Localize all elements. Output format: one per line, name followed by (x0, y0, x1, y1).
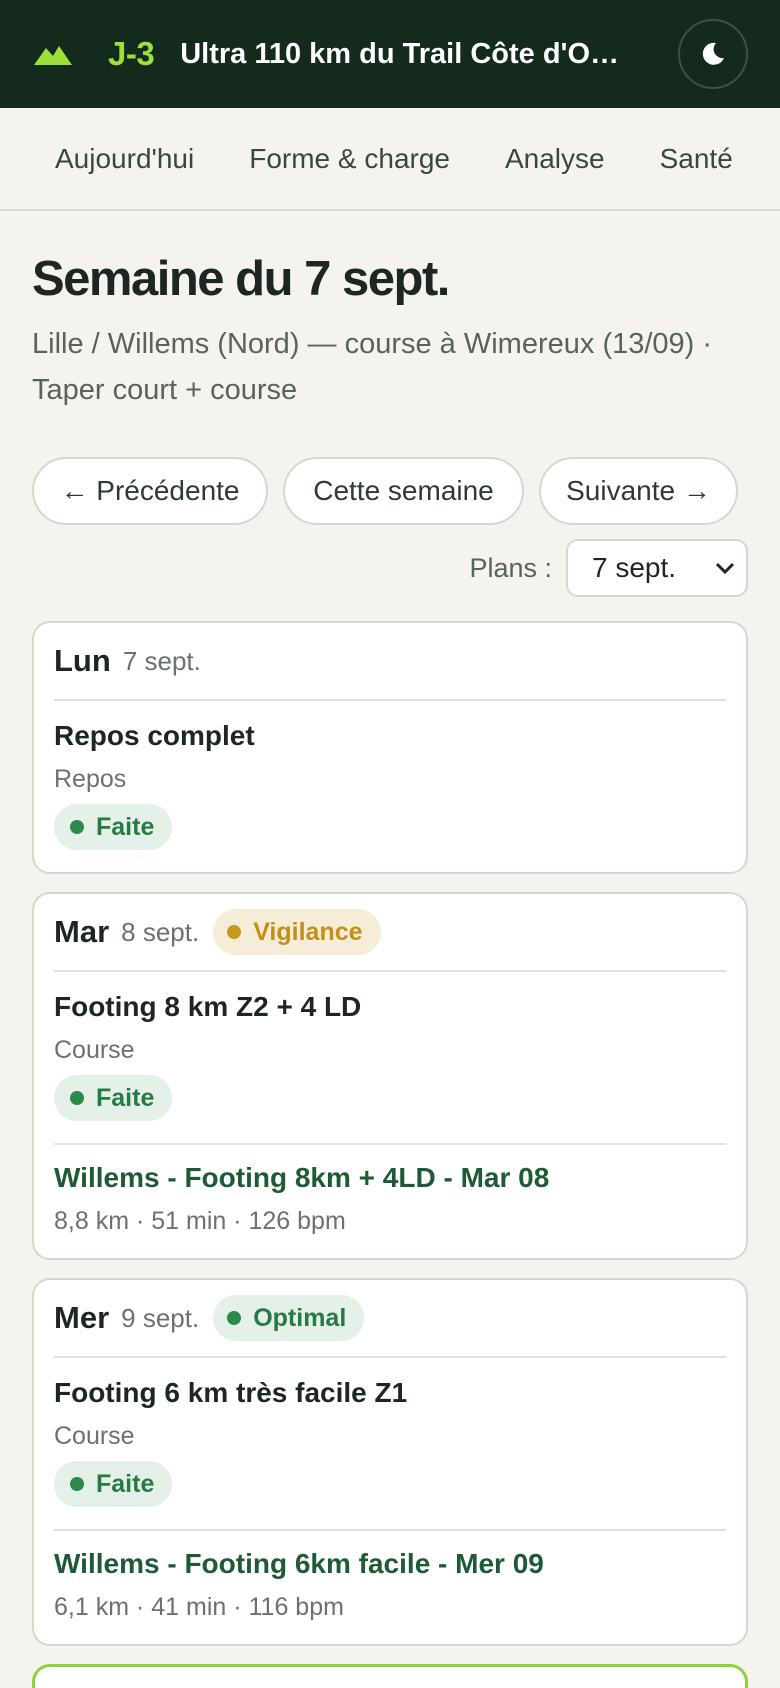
status-badge: Optimal (213, 1295, 365, 1341)
session-type: Repos (54, 765, 127, 793)
plans-select[interactable]: 7 sept. (566, 539, 748, 597)
planned-session[interactable]: Repos complet Repos Faite (54, 701, 726, 872)
done-badge-label: Faite (96, 812, 155, 841)
mountain-icon (34, 46, 72, 65)
status-dot-icon (70, 820, 84, 834)
previous-week-button[interactable]: ← Précédente (32, 457, 268, 525)
status-dot-icon (70, 1477, 84, 1491)
day-header: Lun 7 sept. (54, 623, 726, 701)
moon-icon (702, 42, 724, 65)
status-badge: Vigilance (213, 909, 381, 955)
planned-session[interactable]: Footing 6 km très facile Z1 Course Faite (54, 1358, 726, 1529)
session-title: Repos complet (54, 720, 255, 751)
tab-fitness-load[interactable]: Forme & charge (249, 143, 450, 175)
status-dot-icon (70, 1091, 84, 1105)
race-countdown: J-3 (108, 35, 155, 72)
this-week-button[interactable]: Cette semaine (283, 457, 524, 525)
page-title: Semaine du 7 sept. (32, 252, 450, 306)
session-title: Footing 8 km Z2 + 4 LD (54, 991, 362, 1022)
day-card-wednesday: Mer 9 sept. Optimal Footing 6 km très fa… (32, 1278, 748, 1646)
plans-label: Plans : (469, 552, 552, 583)
done-badge: Faite (54, 1075, 173, 1121)
plans-selector-row: Plans : 7 sept. (32, 539, 748, 597)
status-dot-icon (227, 925, 242, 939)
session-title: Footing 6 km très facile Z1 (54, 1377, 408, 1408)
status-dot-icon (227, 1311, 242, 1325)
planned-session[interactable]: Footing 8 km Z2 + 4 LD Course Faite (54, 972, 726, 1143)
session-type: Course (54, 1036, 135, 1064)
done-badge: Faite (54, 1461, 173, 1507)
session-type: Course (54, 1422, 135, 1450)
day-name: Lun (54, 643, 111, 678)
day-card-thursday (32, 1664, 748, 1688)
tab-health[interactable]: Santé (660, 143, 733, 175)
day-date: 8 sept. (121, 916, 200, 947)
day-date: 9 sept. (121, 1302, 200, 1333)
done-badge-label: Faite (96, 1083, 155, 1112)
day-card-monday: Lun 7 sept. Repos complet Repos Faite (32, 621, 748, 874)
plans-selected-value: 7 sept. (592, 552, 677, 583)
status-badge-label: Optimal (253, 1303, 347, 1332)
week-view: Semaine du 7 sept. Lille / Willems (Nord… (0, 251, 780, 1688)
tab-today[interactable]: Aujourd'hui (55, 143, 194, 175)
day-name: Mar (54, 914, 110, 949)
day-date: 7 sept. (122, 645, 201, 676)
day-name: Mer (54, 1300, 110, 1335)
theme-toggle-button[interactable] (678, 19, 748, 89)
top-bar: J-3 Ultra 110 km du Trail Côte d'Opale (0, 0, 780, 108)
activity-title[interactable]: Willems - Footing 8km + 4LD - Mar 08 (54, 1161, 726, 1195)
week-navigation: ← Précédente Cette semaine Suivante → (32, 457, 748, 525)
week-subtitle: Lille / Willems (Nord) — course à Wimere… (32, 328, 713, 406)
activity-stats: 8,8 km · 51 min · 126 bpm (54, 1207, 346, 1235)
recorded-activity[interactable]: Willems - Footing 6km facile - Mer 09 6,… (54, 1529, 726, 1644)
day-card-tuesday: Mar 8 sept. Vigilance Footing 8 km Z2 + … (32, 892, 748, 1260)
tab-analysis[interactable]: Analyse (505, 143, 605, 175)
activity-title[interactable]: Willems - Footing 6km facile - Mer 09 (54, 1547, 726, 1581)
status-badge-label: Vigilance (253, 917, 363, 946)
race-title[interactable]: Ultra 110 km du Trail Côte d'Opale (180, 38, 634, 71)
activity-stats: 6,1 km · 41 min · 116 bpm (54, 1593, 344, 1621)
day-header: Mar 8 sept. Vigilance (54, 894, 726, 972)
recorded-activity[interactable]: Willems - Footing 8km + 4LD - Mar 08 8,8… (54, 1143, 726, 1258)
done-badge: Faite (54, 804, 173, 850)
done-badge-label: Faite (96, 1469, 155, 1498)
chevron-down-icon (715, 562, 735, 575)
next-week-button[interactable]: Suivante → (539, 457, 738, 525)
day-header: Mer 9 sept. Optimal (54, 1280, 726, 1358)
tab-bar: Aujourd'hui Forme & charge Analyse Santé (0, 108, 780, 211)
